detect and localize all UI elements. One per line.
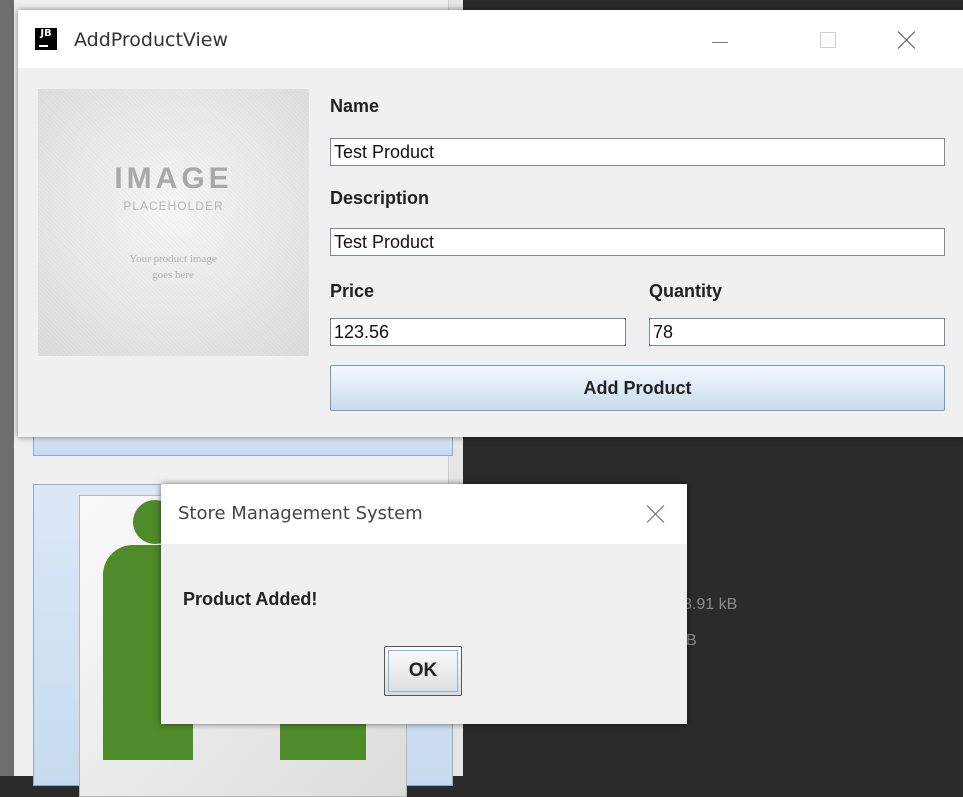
name-label: Name <box>330 96 380 116</box>
dialog-title-bar[interactable]: Store Management System <box>161 484 687 544</box>
background-file-size-2: B <box>686 632 697 649</box>
minimize-icon[interactable] <box>698 22 738 56</box>
window-title: AddProductView <box>74 29 229 51</box>
placeholder-subheading: PLACEHOLDER <box>123 199 224 213</box>
close-icon[interactable] <box>888 22 928 56</box>
name-field[interactable] <box>330 138 945 166</box>
ok-button-label: OK <box>408 660 438 681</box>
dialog-title: Store Management System <box>178 503 423 524</box>
background-file-size: 3.91 kB <box>683 596 738 613</box>
description-label: Description <box>330 188 430 208</box>
dialog-close-icon[interactable] <box>639 498 673 532</box>
product-added-dialog: Store Management System Product Added! O… <box>161 484 687 724</box>
add-product-window: JB AddProductView IMAGE PLACEHOLDER Your… <box>18 10 963 437</box>
add-product-button[interactable]: Add Product <box>330 365 945 411</box>
description-field[interactable] <box>330 228 945 256</box>
placeholder-caption-line2: goes here <box>152 269 194 281</box>
ok-button[interactable]: OK <box>384 646 462 696</box>
price-field[interactable] <box>330 318 626 346</box>
jb-app-icon: JB <box>35 28 57 50</box>
quantity-field[interactable] <box>649 318 945 346</box>
placeholder-heading: IMAGE <box>114 162 233 195</box>
product-image-placeholder: IMAGE PLACEHOLDER Your product image goe… <box>38 89 309 356</box>
price-label: Price <box>330 281 375 301</box>
placeholder-caption: Your product image goes here <box>98 251 248 283</box>
maximize-icon[interactable] <box>808 22 848 56</box>
quantity-label: Quantity <box>649 281 723 301</box>
placeholder-caption-line1: Your product image <box>129 253 217 265</box>
window-title-bar[interactable]: JB AddProductView <box>18 10 963 68</box>
dialog-message: Product Added! <box>183 589 318 609</box>
